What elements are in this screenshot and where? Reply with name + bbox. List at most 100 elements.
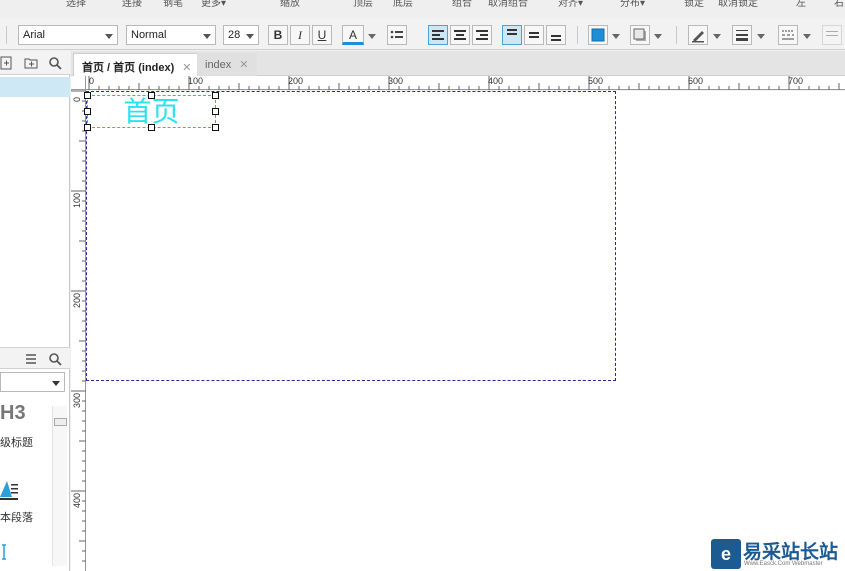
ruler-label-v: 400 [72, 492, 82, 508]
chevron-down-icon [105, 34, 113, 39]
line-style-icon [782, 30, 794, 40]
font-color-button[interactable]: A [342, 25, 364, 45]
underline-button[interactable]: U [312, 25, 332, 45]
pencil-icon [692, 31, 704, 43]
shadow-button[interactable] [630, 25, 650, 45]
fill-color-icon [591, 28, 605, 42]
tab-index[interactable]: index ✕ [197, 53, 257, 76]
page-bounds-guide [86, 91, 616, 381]
font-style-dropdown[interactable]: Normal [126, 25, 216, 45]
valign-top-button[interactable] [502, 25, 522, 45]
valign-top-icon [507, 29, 517, 35]
font-size-dropdown[interactable]: 28 [223, 25, 259, 45]
search-icon[interactable] [48, 352, 62, 366]
align-right-button[interactable] [472, 25, 492, 45]
close-icon[interactable]: ✕ [182, 62, 191, 74]
page-tabs: 首页 / 首页 (index) ✕ index ✕ [71, 51, 845, 76]
ruler-label-v: 200 [72, 292, 82, 308]
line-weight-icon [736, 30, 748, 41]
line-weight-button[interactable] [732, 25, 752, 45]
tab-label: index [205, 59, 232, 71]
font-style-value: Normal [131, 29, 167, 41]
widgets-scrollbar[interactable] [52, 406, 67, 566]
sitemap-item-selected[interactable] [0, 77, 70, 97]
chevron-down-icon [757, 34, 765, 39]
ruler-label-h: 200 [288, 76, 304, 86]
toolbar-separator [6, 26, 7, 44]
watermark-logo: e [711, 539, 741, 569]
line-style-button[interactable] [778, 25, 798, 45]
widget-paragraph-caption: 本段落 [0, 512, 33, 524]
menu-item-unlock[interactable]: 取消锁定 [718, 0, 758, 9]
tab-home-index[interactable]: 首页 / 首页 (index) ✕ [73, 53, 201, 76]
menu-item-distribute[interactable]: 分布▾ [620, 0, 645, 9]
search-icon[interactable] [48, 56, 62, 70]
align-center-icon [454, 30, 466, 40]
valign-bottom-button[interactable] [546, 25, 566, 45]
line-color-button[interactable] [688, 25, 708, 45]
resize-handle-w[interactable] [84, 108, 91, 115]
font-family-dropdown[interactable]: Arial [18, 25, 118, 45]
resize-handle-e[interactable] [212, 108, 219, 115]
menu-item-zoom[interactable]: 缩放 [280, 0, 300, 9]
resize-handle-nw[interactable] [84, 92, 91, 99]
menu-item-ungroup[interactable]: 取消组合 [488, 0, 528, 9]
align-left-icon [432, 30, 444, 40]
align-right-icon [476, 30, 488, 40]
menu-item-align[interactable]: 对齐▾ [558, 0, 583, 9]
menu-item-pen[interactable]: 钢笔 [163, 0, 183, 9]
chevron-down-icon [203, 34, 211, 39]
menu-item-left[interactable]: 左 [796, 0, 806, 9]
axure-editor: 选择 连接 钢笔 更多▾ 缩放 顶层 底层 组合 取消组合 对齐▾ 分布▾ 锁定… [0, 0, 845, 571]
format-toolbar: Arial Normal 28 B I U A [0, 18, 845, 50]
paragraph-widget-icon[interactable] [0, 471, 20, 501]
widget-library-select[interactable] [0, 372, 65, 392]
align-left-button[interactable] [428, 25, 448, 45]
menu-item-more[interactable]: 更多▾ [201, 0, 226, 9]
ruler-corner [71, 76, 86, 90]
valign-middle-icon [529, 32, 539, 38]
toolbar-separator [577, 26, 578, 44]
watermark-subtext: Www.Easck.Com Webmaster [744, 561, 823, 567]
resize-handle-sw[interactable] [84, 124, 91, 131]
menu-item-group[interactable]: 组合 [452, 0, 472, 9]
arrow-style-icon [826, 31, 838, 36]
chevron-down-icon [713, 34, 721, 39]
resize-handle-n[interactable] [148, 92, 155, 99]
add-folder-icon[interactable] [24, 56, 38, 70]
menu-item-lock[interactable]: 锁定 [684, 0, 704, 9]
widget-h3-glyph[interactable]: H3 [0, 402, 26, 425]
list-icon [390, 30, 403, 39]
close-icon[interactable]: ✕ [239, 59, 248, 71]
menu-item-send-back[interactable]: 底层 [393, 0, 413, 9]
font-size-value: 28 [228, 29, 241, 41]
left-panel: H3 级标题 本段落 [0, 51, 70, 571]
valign-middle-button[interactable] [524, 25, 544, 45]
arrow-style-button[interactable] [822, 25, 842, 45]
watermark-text: 易采站长站 [743, 541, 839, 563]
resize-handle-ne[interactable] [212, 92, 219, 99]
resize-handle-se[interactable] [212, 124, 219, 131]
tab-label: 首页 / 首页 (index) [82, 62, 175, 74]
menu-item-bring-front[interactable]: 顶层 [353, 0, 373, 9]
align-center-button[interactable] [450, 25, 470, 45]
menu-item-right[interactable]: 右 [834, 0, 844, 9]
menu-item-select[interactable]: 选择 [66, 0, 86, 9]
italic-button[interactable]: I [290, 25, 310, 45]
widget-h3-caption: 级标题 [0, 437, 33, 449]
ruler-label-v: 0 [72, 96, 82, 102]
ruler-label-h: 700 [788, 76, 804, 86]
resize-handle-s[interactable] [148, 124, 155, 131]
fill-color-button[interactable] [588, 25, 608, 45]
bold-button[interactable]: B [268, 25, 288, 45]
scrollbar-thumb[interactable] [54, 418, 67, 426]
chevron-down-icon [654, 34, 662, 39]
menu-item-connect[interactable]: 连接 [122, 0, 142, 9]
menu-icon[interactable] [24, 352, 38, 366]
ruler-label-h: 0 [89, 76, 95, 86]
bullet-list-button[interactable] [387, 25, 407, 45]
vertical-ruler[interactable]: 0 100 200 300 400 [71, 90, 86, 571]
horizontal-ruler[interactable]: 0 100 200 300 400 500 600 700 [86, 76, 845, 90]
add-page-icon[interactable] [0, 56, 14, 70]
ruler-label-h: 400 [488, 76, 504, 86]
